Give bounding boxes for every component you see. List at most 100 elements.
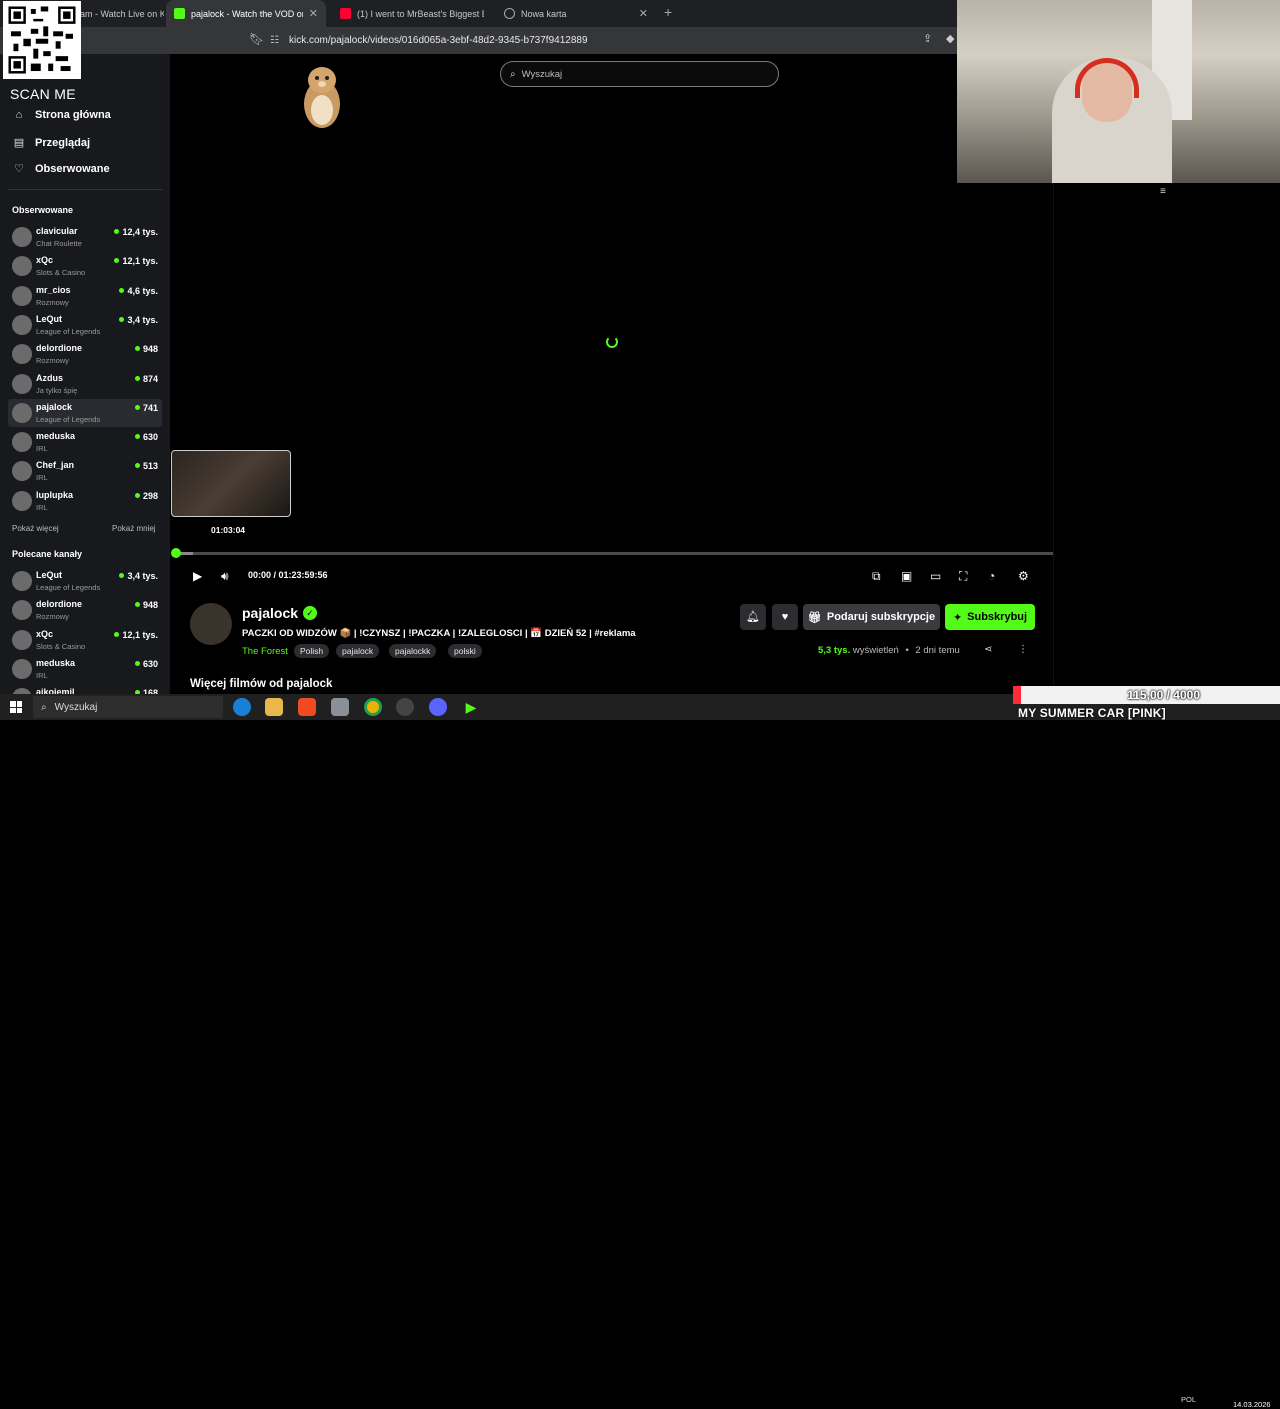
tab-label: (1) I went to MrBeast's Biggest Event — [357, 8, 484, 19]
brave-icon[interactable] — [298, 698, 316, 716]
brave-shield-icon[interactable]: ◆ — [946, 32, 954, 45]
kick-app-icon[interactable]: ▶ — [462, 698, 480, 716]
game-category-link[interactable]: The Forest — [242, 646, 288, 657]
channel-name: Azdus — [36, 372, 63, 383]
channel-avatar[interactable] — [190, 603, 232, 645]
browser-tab[interactable]: am - Watch Live on K — [72, 0, 164, 27]
channel-name: delordione — [36, 343, 83, 354]
globe-icon — [504, 8, 515, 19]
file-explorer-icon[interactable] — [265, 698, 283, 716]
pip-button[interactable]: ▣ — [901, 569, 912, 583]
channel-list-item[interactable]: LeQut League of Legends 3,4 tys. — [8, 567, 162, 595]
scan-me-label: SCAN ME — [10, 86, 76, 102]
browser-tab[interactable]: Nowa karta ✕ — [496, 0, 656, 27]
channel-list-item[interactable]: pajalock League of Legends 741 — [8, 398, 162, 427]
channel-list-item[interactable]: meduska IRL 630 — [8, 428, 162, 456]
nav-browse[interactable]: ▤ Przeglądaj — [12, 136, 91, 150]
progress-handle[interactable] — [171, 548, 181, 558]
donation-goal-bar: 115,00 / 4000 — [1013, 686, 1280, 704]
nav-following[interactable]: ♡ Obserwowane — [12, 162, 110, 176]
channel-avatar — [12, 373, 32, 394]
channel-list-item[interactable]: xQc Slots & Casino 12,1 tys. — [8, 252, 162, 280]
timecode: 00:00 / 01:23:59:56 — [248, 570, 328, 580]
viewer-count: 3,4 tys. — [119, 571, 158, 581]
tray-language[interactable]: POL — [1181, 1395, 1196, 1404]
subscribe-label: Subskrybuj — [967, 611, 1028, 623]
channel-list-item[interactable]: delordione Rozmowy 948 — [8, 340, 162, 368]
channel-name: xQc — [36, 255, 54, 266]
channel-category: Rozmowy — [36, 297, 69, 307]
close-icon[interactable]: ✕ — [633, 7, 648, 20]
channel-list-item[interactable]: luplupka IRL 298 — [8, 487, 162, 515]
channel-list-item[interactable]: delordione Rozmowy 948 — [8, 596, 162, 624]
view-count: 5,3 tys. wyświetleń • 2 dni temu — [818, 645, 960, 656]
channel-category: League of Legends — [36, 583, 101, 592]
bookmark-icon[interactable]: 🔖︎ — [249, 32, 264, 46]
volume-button[interactable]: 🔊︎ — [221, 569, 229, 583]
channel-list-item[interactable]: LeQut League of Legends 3,4 tys. — [8, 311, 162, 339]
scrub-preview-thumbnail — [171, 450, 291, 517]
channel-name: meduska — [36, 431, 76, 442]
channel-list-item[interactable]: meduska IRL 630 — [8, 655, 162, 683]
tag-chip[interactable]: Polish — [294, 644, 330, 658]
channel-avatar — [12, 600, 32, 621]
browser-tab-active[interactable]: pajalock - Watch the VOD on Ki ✕ — [166, 0, 326, 27]
search-input[interactable]: ⌕ Wyszukaj — [500, 61, 779, 87]
channel-list-item[interactable]: Chef_jan IRL 513 — [8, 457, 162, 485]
channel-name: LeQut — [36, 313, 62, 324]
app-icon[interactable] — [331, 698, 349, 716]
share-icon[interactable]: ⇪ — [923, 32, 932, 45]
url-field[interactable]: ☷ kick.com/pajalock/videos/016d065a-3ebf… — [270, 31, 910, 50]
chrome-icon[interactable] — [364, 698, 382, 716]
more-options-icon[interactable]: ⋮ — [1018, 644, 1028, 655]
channel-list-item[interactable]: xQc Slots & Casino 12,1 tys. — [8, 626, 162, 654]
tag-chip[interactable]: pajalockk — [389, 644, 437, 658]
channel-list-item[interactable]: mr_cios Rozmowy 4,6 tys. — [8, 282, 162, 310]
edge-icon[interactable] — [233, 698, 251, 716]
channel-category: Rozmowy — [36, 612, 69, 622]
tag-chip[interactable]: polski — [448, 644, 482, 658]
nav-label: Przeglądaj — [35, 136, 91, 149]
close-icon[interactable]: ✕ — [303, 7, 318, 20]
channel-list-item[interactable]: Azdus Ja tylko śpię 874 — [8, 370, 162, 398]
sidebar: SCAN ME ⌂ Strona główna ▤ Przeglądaj ♡ O… — [0, 1, 170, 709]
chat-collapse-icon[interactable]: ≡ — [1160, 186, 1166, 197]
youtube-favicon-icon — [340, 8, 351, 19]
nav-label: Obserwowane — [35, 162, 110, 175]
windows-start-icon[interactable] — [10, 701, 22, 713]
channel-category: League of Legends — [36, 414, 101, 424]
donation-goal-fill — [1013, 686, 1021, 704]
share-icon[interactable]: ⋖ — [984, 644, 992, 655]
site-info-icon[interactable]: ☷ — [270, 35, 279, 46]
show-more-link[interactable]: Pokaż więcej — [12, 524, 59, 533]
video-age: 2 dni temu — [915, 645, 960, 656]
channel-list-item[interactable]: clavicular Chat Roulette 12,4 tys. — [8, 223, 162, 251]
taskbar-search-placeholder: Wyszukaj — [54, 701, 98, 713]
nav-home[interactable]: ⌂ Strona główna — [12, 109, 111, 121]
channel-name: LeQut — [36, 570, 62, 580]
browser-tab[interactable]: (1) I went to MrBeast's Biggest Event — [332, 0, 492, 27]
miniplayer-button[interactable]: ⧉ — [872, 569, 881, 583]
nav-label: Strona główna — [35, 109, 111, 121]
channel-avatar — [12, 571, 32, 591]
theater-mode-button[interactable]: ▭ — [930, 569, 941, 583]
follow-heart-button[interactable]: ♥ — [772, 604, 798, 630]
taskbar-search-input[interactable]: ⌕ Wyszukaj — [33, 696, 223, 718]
notification-bell-button[interactable]: 🔔︎ — [740, 604, 766, 630]
settings-gear-icon[interactable]: ⚙ — [1018, 569, 1029, 583]
show-less-link[interactable]: Pokaż mniej — [112, 524, 156, 533]
search-placeholder: Wyszukaj — [521, 68, 563, 80]
gift-label: Podaruj subskrypcje — [826, 611, 936, 623]
gift-subscription-button[interactable]: 🎁︎ Podaruj subskrypcje — [803, 604, 940, 630]
tag-chip[interactable]: pajalock — [336, 644, 380, 658]
progress-bar[interactable] — [173, 552, 1053, 555]
channel-name[interactable]: pajalock — [242, 605, 298, 621]
app-icon[interactable] — [396, 698, 414, 716]
app-icon[interactable] — [429, 698, 447, 716]
heart-icon: ♡ — [14, 163, 24, 175]
subscribe-button[interactable]: ✦ Subskrybuj — [945, 604, 1035, 630]
fullscreen-button[interactable]: ⛶ — [959, 569, 967, 583]
playback-speed-button[interactable]: ◔ — [988, 569, 995, 583]
new-tab-button[interactable]: + — [664, 4, 672, 20]
play-button[interactable]: ▶ — [193, 569, 202, 583]
